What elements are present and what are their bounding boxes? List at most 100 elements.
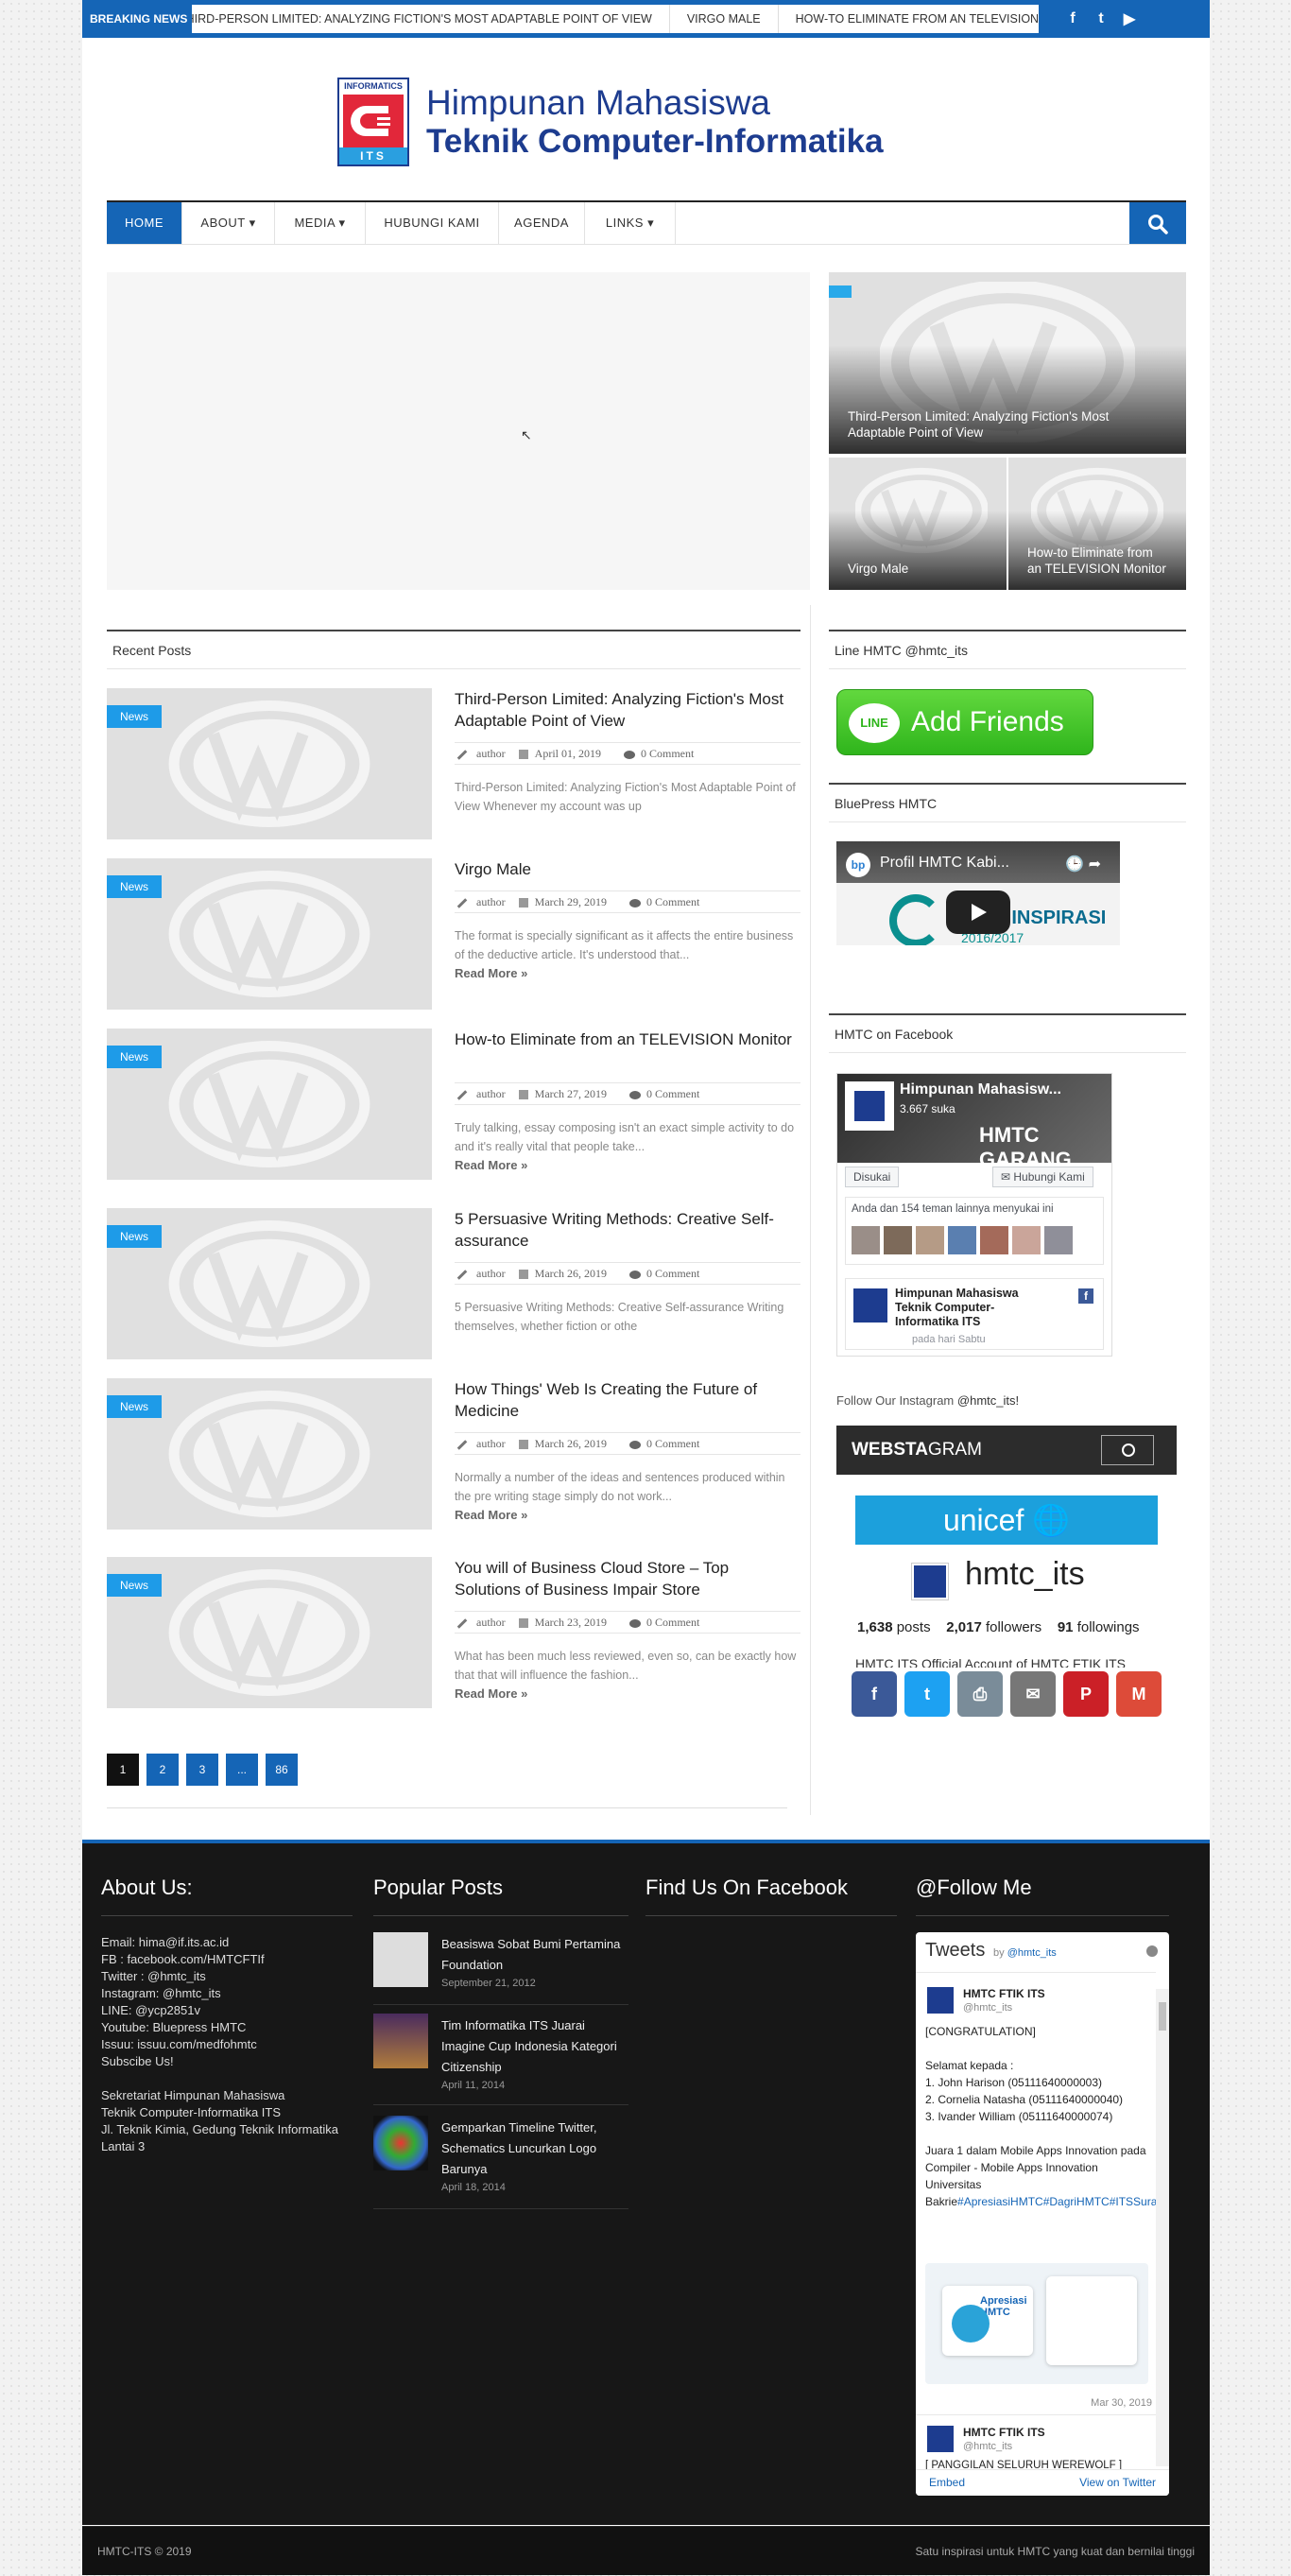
post-author[interactable]: author (476, 895, 506, 908)
post-category-tag[interactable]: News (107, 1574, 162, 1597)
tweets-scrollbar[interactable] (1156, 1989, 1169, 2466)
popular-post[interactable]: Beasiswa Sobat Bumi Pertamina Foundation… (373, 1932, 628, 1993)
post-author[interactable]: author (476, 1087, 506, 1100)
line-add-friends-button[interactable]: LINE Add Friends (836, 689, 1093, 755)
tweet-image[interactable]: Apresiasi HMTC (925, 2263, 1148, 2384)
fb-page-avatar[interactable] (845, 1081, 894, 1131)
post-title[interactable]: How Things' Web Is Creating the Future o… (455, 1378, 795, 1422)
fb-page-name[interactable]: Himpunan Mahasisw... (900, 1081, 1061, 1098)
share-gmail-icon[interactable]: M (1116, 1671, 1162, 1717)
nav-agenda[interactable]: AGENDA (499, 202, 585, 244)
read-more-link[interactable]: Read More » (455, 1158, 527, 1172)
tweet-date[interactable]: Mar 30, 2019 (1091, 2397, 1152, 2409)
read-more-link[interactable]: Read More » (455, 1686, 527, 1701)
info-icon[interactable] (1146, 1945, 1158, 1957)
hero-tile-small[interactable]: Virgo Male (829, 458, 1007, 590)
ticker-item[interactable]: Virgo Male (670, 5, 779, 33)
tweet-avatar[interactable] (927, 2426, 954, 2452)
tweets-by-handle[interactable]: @hmtc_its (1007, 1947, 1057, 1959)
nav-media[interactable]: MEDIA ▾ (275, 202, 366, 244)
post-comments[interactable]: 0 Comment (646, 895, 699, 908)
youtube-icon[interactable]: ▶ (1120, 9, 1139, 28)
hero-tile-featured[interactable]: Third-Person Limited: Analyzing Fiction'… (829, 272, 1186, 454)
share-twitter-icon[interactable]: t (904, 1671, 950, 1717)
post-author[interactable]: author (476, 1267, 506, 1280)
post-category-tag[interactable]: News (107, 875, 162, 898)
hero-caption[interactable]: Third-Person Limited: Analyzing Fiction'… (848, 408, 1167, 441)
page-3[interactable]: 3 (186, 1754, 218, 1786)
hero-slider[interactable] (107, 272, 810, 590)
popular-post-title[interactable]: Gemparkan Timeline Twitter, Schematics L… (441, 2118, 627, 2180)
site-logo[interactable]: INFORMATICS ITS (337, 78, 409, 166)
instagram-handle[interactable]: hmtc_its (965, 1556, 1085, 1593)
nav-links[interactable]: LINKS ▾ (585, 202, 676, 244)
ticker-item[interactable]: How-to Eliminate from an TELEVISION Moni… (779, 5, 1039, 33)
tweet-author-handle[interactable]: @hmtc_its (963, 2002, 1012, 2014)
tweet-author-name[interactable]: HMTC FTIK ITS (963, 1987, 1045, 2000)
hero-caption[interactable]: Virgo Male (848, 561, 988, 577)
share-print-icon[interactable]: ⎙ (957, 1671, 1003, 1717)
post-title[interactable]: You will of Business Cloud Store – Top S… (455, 1557, 795, 1600)
popular-post-thumb[interactable] (373, 2116, 428, 2170)
video-title[interactable]: Profil HMTC Kabi... (880, 855, 1009, 872)
popular-post-thumb[interactable] (373, 2014, 428, 2068)
websta-search-icon[interactable] (1101, 1435, 1154, 1465)
tweet-author-name[interactable]: HMTC FTIK ITS (963, 2426, 1045, 2439)
fb-cover[interactable]: Himpunan Mahasisw... 3.667 suka HMTC GAR… (837, 1074, 1111, 1171)
friend-avatar[interactable] (1012, 1226, 1041, 1254)
embed-link[interactable]: Embed (929, 2470, 965, 2495)
read-more-link[interactable]: Read More » (455, 1508, 527, 1522)
unicef-banner[interactable]: unicef 🌐 (855, 1495, 1158, 1545)
fb-like-button[interactable]: Disukai (845, 1167, 900, 1187)
tweet-hashtags[interactable]: #ApresiasiHMTC#DagriHMTC#ITSSurabaya (957, 2195, 1169, 2208)
popular-post-thumb[interactable] (373, 1932, 428, 1987)
youtube-embed[interactable]: bp Profil HMTC Kabi... 🕒 ➦ HMTC INSPIRAS… (836, 841, 1120, 945)
friend-avatar[interactable] (980, 1226, 1008, 1254)
page-ellipsis[interactable]: ... (226, 1754, 258, 1786)
facebook-icon[interactable]: f (1063, 10, 1082, 27)
post-title[interactable]: How-to Eliminate from an TELEVISION Moni… (455, 1029, 795, 1050)
websta-logo[interactable]: WEBSTAGRAM (852, 1426, 982, 1475)
post-author[interactable]: author (476, 1437, 506, 1450)
view-on-twitter-link[interactable]: View on Twitter (1079, 2470, 1156, 2495)
popular-post-title[interactable]: Beasiswa Sobat Bumi Pertamina Foundation (441, 1934, 627, 1976)
post-comments[interactable]: 0 Comment (646, 1616, 699, 1629)
instagram-avatar[interactable] (912, 1564, 948, 1599)
ticker-item[interactable]: Third-Person Limited: Analyzing Fiction'… (192, 5, 670, 33)
share-email-icon[interactable]: ✉ (1010, 1671, 1056, 1717)
page-last[interactable]: 86 (266, 1754, 298, 1786)
post-title[interactable]: 5 Persuasive Writing Methods: Creative S… (455, 1208, 795, 1252)
read-more-link[interactable]: Read More » (455, 966, 527, 980)
fb-post[interactable]: Himpunan Mahasiswa Teknik Computer-Infor… (845, 1278, 1104, 1350)
post-author[interactable]: author (476, 1616, 506, 1629)
share-facebook-icon[interactable]: f (852, 1671, 897, 1717)
fb-contact-button[interactable]: ✉ Hubungi Kami (992, 1167, 1093, 1187)
watch-later-share-icon[interactable]: 🕒 ➦ (1065, 855, 1101, 873)
nav-hubungi-kami[interactable]: HUBUNGI KAMI (366, 202, 499, 244)
post-comments[interactable]: 0 Comment (646, 1087, 699, 1100)
post-category-tag[interactable]: News (107, 1046, 162, 1068)
twitter-icon[interactable]: t (1092, 10, 1110, 27)
search-button[interactable] (1129, 202, 1186, 244)
share-pinterest-icon[interactable]: P (1063, 1671, 1109, 1717)
play-button-icon[interactable] (946, 890, 1010, 934)
post-comments[interactable]: 0 Comment (646, 1437, 699, 1450)
friend-avatar[interactable] (884, 1226, 912, 1254)
post-title[interactable]: Virgo Male (455, 858, 795, 880)
friend-avatar[interactable] (852, 1226, 880, 1254)
friend-avatar[interactable] (1044, 1226, 1073, 1254)
tweet-author-handle[interactable]: @hmtc_its (963, 2441, 1012, 2452)
nav-about[interactable]: ABOUT ▾ (182, 202, 275, 244)
post-comments[interactable]: 0 Comment (641, 747, 694, 760)
hero-caption[interactable]: How-to Eliminate from an TELEVISION Moni… (1027, 545, 1167, 577)
popular-post-title[interactable]: Tim Informatika ITS Juarai Imagine Cup I… (441, 2015, 627, 2078)
post-category-tag[interactable]: News (107, 705, 162, 728)
page-1[interactable]: 1 (107, 1754, 139, 1786)
popular-post[interactable]: Tim Informatika ITS Juarai Imagine Cup I… (373, 2014, 628, 2091)
fb-post-name[interactable]: Himpunan Mahasiswa Teknik Computer-Infor… (895, 1287, 1056, 1329)
post-title[interactable]: Third-Person Limited: Analyzing Fiction'… (455, 688, 795, 732)
tweet-avatar[interactable] (927, 1987, 954, 2014)
nav-home[interactable]: HOME (107, 202, 182, 244)
post-comments[interactable]: 0 Comment (646, 1267, 699, 1280)
post-category-tag[interactable]: News (107, 1225, 162, 1248)
